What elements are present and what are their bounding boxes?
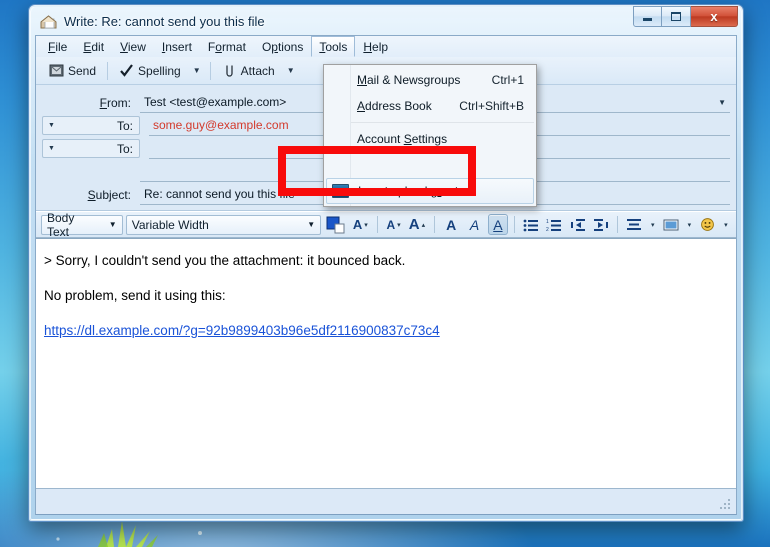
chevron-down-icon: ▼: [307, 220, 316, 229]
attach-label: Attach: [240, 63, 275, 78]
chevron-down-icon: ▼: [48, 145, 55, 152]
to-value-1: some.guy@example.com: [153, 118, 289, 132]
menu-format[interactable]: Format: [200, 36, 254, 57]
paragraph-style-select[interactable]: Body Text ▼: [41, 211, 123, 239]
recipient-type-selector-1[interactable]: ▼ To:: [42, 116, 140, 135]
recipient-type-selector-2[interactable]: ▼ To:: [42, 139, 140, 158]
formatting-toolbar: Body Text ▼ Variable Width ▼ A ▾ A ▾ A ▴…: [36, 211, 736, 239]
attach-dropdown-arrow[interactable]: ▼: [282, 64, 300, 77]
insert-smiley-button[interactable]: [697, 214, 717, 235]
send-button[interactable]: Send: [42, 61, 103, 80]
subject-value: Re: cannot send you this file: [144, 187, 295, 201]
menu-bar: File Edit View Insert Format Options Too…: [36, 36, 736, 57]
send-label: Send: [68, 63, 97, 78]
font-family-value: Variable Width: [131, 217, 209, 232]
maximize-button[interactable]: [662, 6, 691, 27]
tools-dropdown-menu: Mail & Newsgroups Ctrl+1 Address Book Ct…: [323, 64, 537, 207]
fmt-separator-1: [377, 216, 379, 233]
paragraph-style-value: Body Text: [47, 210, 75, 239]
toolbar-separator-1: [107, 61, 109, 80]
from-value: Test <test@example.com>: [144, 95, 287, 109]
window-title: Write: Re: cannot send you this file: [64, 13, 265, 29]
menu-item-insert-upload-grant[interactable]: Insert upload grant: [326, 178, 534, 204]
reply-text-line: No problem, send it using this:: [44, 288, 226, 303]
menu-item-label: Account Settings: [357, 132, 448, 146]
to-label-2: To:: [116, 141, 133, 156]
attach-button[interactable]: Attach: [215, 61, 282, 80]
status-bar: [36, 488, 736, 514]
menu-separator-1: [351, 122, 534, 123]
chevron-down-icon: ▼: [108, 220, 117, 229]
increase-font-size-button[interactable]: A ▴: [408, 214, 428, 235]
to-label-1: To:: [116, 118, 133, 133]
insert-smiley-dropdown-arrow[interactable]: ▾: [721, 214, 731, 235]
italic-button[interactable]: A: [464, 214, 484, 235]
insert-image-dropdown-arrow[interactable]: ▾: [684, 214, 694, 235]
menu-view[interactable]: View: [112, 36, 154, 57]
menu-item-account-settings[interactable]: Account Settings: [324, 126, 536, 152]
send-icon: [49, 63, 64, 78]
spelling-button[interactable]: Spelling: [112, 61, 188, 80]
title-bar[interactable]: Write: Re: cannot send you this file x: [35, 6, 738, 35]
maximize-icon: [671, 12, 681, 21]
fmt-separator-4: [617, 216, 619, 233]
resize-grip[interactable]: [719, 498, 733, 512]
menu-item-label: Mail & Newsgroups: [357, 73, 461, 87]
window-controls: x: [633, 6, 738, 27]
compose-window: Write: Re: cannot send you this file x F…: [28, 4, 744, 522]
svg-text:1: 1: [546, 219, 549, 225]
menu-item-label: Address Book: [357, 99, 432, 113]
underline-button[interactable]: A: [487, 214, 509, 235]
fmt-separator-2: [434, 216, 436, 233]
from-dropdown-arrow[interactable]: ▼: [718, 98, 726, 107]
svg-text:2: 2: [546, 227, 549, 232]
menu-item-shortcut: Ctrl+Shift+B: [459, 99, 524, 113]
minimize-button[interactable]: [633, 6, 662, 27]
fmt-separator-3: [514, 216, 515, 233]
bold-button[interactable]: A: [441, 214, 461, 235]
insert-image-button[interactable]: [661, 214, 681, 235]
paperclip-icon: [222, 63, 237, 78]
menu-item-mail-and-newsgroups[interactable]: Mail & Newsgroups Ctrl+1: [324, 67, 536, 93]
indent-button[interactable]: [591, 214, 611, 235]
menu-item-address-book[interactable]: Address Book Ctrl+Shift+B: [324, 93, 536, 119]
close-icon: x: [710, 9, 718, 24]
toolbar-separator-2: [209, 61, 211, 80]
subject-label: Subject:: [87, 187, 131, 202]
upload-grant-link[interactable]: https://dl.example.com/?g=92b9899403b96e…: [44, 323, 728, 338]
menu-item-shortcut: Ctrl+1: [491, 73, 524, 87]
text-color-button[interactable]: [324, 214, 348, 235]
chevron-down-icon: ▼: [48, 122, 55, 129]
minimize-icon: [643, 17, 652, 21]
menu-help[interactable]: Help: [355, 36, 396, 57]
window-glass-frame: Write: Re: cannot send you this file x F…: [30, 6, 742, 520]
numbered-list-button[interactable]: 1 2: [544, 214, 564, 235]
menu-options[interactable]: Options: [254, 36, 311, 57]
compose-mail-icon: [39, 13, 58, 30]
font-color-dropdown-button[interactable]: A ▾: [351, 214, 371, 235]
upload-grant-icon: [332, 184, 349, 198]
outdent-button[interactable]: [568, 214, 588, 235]
font-family-select[interactable]: Variable Width ▼: [125, 214, 322, 235]
menu-tools[interactable]: Tools: [311, 36, 356, 57]
menu-item-label: Insert upload grant: [358, 184, 459, 198]
align-button[interactable]: [624, 214, 644, 235]
checkmark-icon: [119, 63, 134, 78]
spelling-dropdown-arrow[interactable]: ▼: [188, 64, 206, 77]
message-body-editor[interactable]: > Sorry, I couldn't send you the attachm…: [36, 238, 736, 488]
spelling-label: Spelling: [138, 63, 181, 78]
align-dropdown-arrow[interactable]: ▾: [648, 214, 658, 235]
menu-insert[interactable]: Insert: [154, 36, 200, 57]
quoted-text-line: > Sorry, I couldn't send you the attachm…: [44, 253, 406, 268]
bullet-list-button[interactable]: [521, 214, 541, 235]
menu-file[interactable]: File: [40, 36, 75, 57]
close-button[interactable]: x: [691, 6, 738, 27]
menu-edit[interactable]: Edit: [75, 36, 112, 57]
from-label: From:: [99, 95, 131, 110]
decrease-font-size-button[interactable]: A ▾: [384, 214, 404, 235]
menu-item-obscured[interactable]: [324, 152, 536, 178]
